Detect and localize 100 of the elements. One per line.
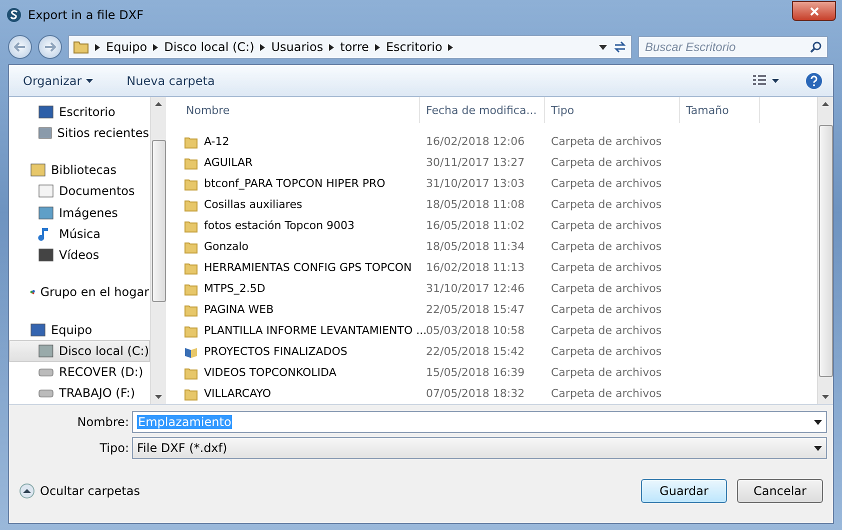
organize-menu-button[interactable]: Organizar [19, 72, 97, 90]
column-header[interactable]: Tamaño [680, 97, 760, 123]
file-row[interactable]: Gonzalo 18/05/2018 11:34 Carpeta de archivos [180, 236, 817, 257]
hide-folders-button[interactable]: Ocultar carpetas [19, 483, 631, 499]
scroll-down-arrow-icon[interactable] [155, 395, 162, 399]
breadcrumb-separator-icon [95, 44, 100, 50]
modified-date: 15/05/2018 16:39 [426, 366, 525, 379]
sidebar-item[interactable]: Sitios recientes [9, 122, 150, 144]
name-label: Nombre: [76, 415, 130, 429]
back-button[interactable] [8, 35, 32, 59]
sidebar-item[interactable]: Escritorio [9, 101, 150, 122]
file-name: AGUILAR [204, 156, 253, 169]
help-icon[interactable] [805, 72, 823, 90]
file-row[interactable]: PAGINA WEB 22/05/2018 15:47 Carpeta de archivos [180, 299, 817, 320]
file-list-scrollbar[interactable] [817, 97, 833, 404]
folder-icon [73, 39, 89, 55]
file-row[interactable]: fotos estación Topcon 9003 16/05/2018 11:02 Carpeta de archivos [180, 215, 817, 236]
sidebar-item[interactable]: Disco local (C:) [9, 340, 150, 362]
folder-icon [184, 282, 198, 296]
caret-icon [86, 78, 93, 82]
file-row[interactable]: A-12 16/02/2018 12:06 Carpeta de archivos [180, 131, 817, 152]
breadcrumb[interactable]: Equipo [106, 40, 148, 54]
file-type: Carpeta de archivos [551, 324, 662, 337]
breadcrumb[interactable]: torre [340, 40, 369, 54]
modified-date: 31/10/2017 13:03 [426, 177, 525, 190]
sidebar-group[interactable]: Grupo en el hogar [9, 282, 150, 303]
file-row[interactable]: Cosillas auxiliares 18/05/2018 11:08 Carpeta de archivos [180, 194, 817, 215]
breadcrumb-separator-icon [329, 44, 334, 50]
file-type: Carpeta de archivos [551, 387, 662, 400]
close-button[interactable] [792, 1, 836, 21]
file-row[interactable]: AGUILAR 30/11/2017 13:27 Carpeta de archivos [180, 152, 817, 173]
file-type: Carpeta de archivos [551, 282, 662, 295]
sidebar-group[interactable]: Equipo [9, 319, 150, 340]
file-type: Carpeta de archivos [551, 261, 662, 274]
folder-icon [184, 386, 198, 400]
sidebar-item[interactable]: Música [9, 223, 150, 244]
dropdown-caret-icon [814, 446, 822, 450]
breadcrumb[interactable]: Disco local (C:) [164, 40, 254, 54]
breadcrumb[interactable]: Usuarios [271, 40, 324, 54]
scroll-down-arrow-icon[interactable] [822, 395, 829, 399]
breadcrumb[interactable]: Escritorio [386, 40, 442, 54]
file-type: Carpeta de archivos [551, 303, 662, 316]
new-folder-button[interactable]: Nueva carpeta [122, 72, 219, 90]
view-options-icon[interactable] [753, 74, 779, 86]
column-header[interactable]: Fecha de modifica... [420, 97, 545, 123]
file-type: Carpeta de archivos [551, 198, 662, 211]
modified-date: 22/05/2018 15:47 [426, 303, 525, 316]
file-name: A-12 [204, 135, 230, 148]
scroll-up-arrow-icon[interactable] [822, 102, 829, 106]
file-name: MTPS_2.5D [204, 282, 266, 295]
sidebar-item[interactable]: Documentos [9, 180, 150, 202]
folder-icon [184, 324, 198, 338]
column-header[interactable]: Tipo [545, 97, 680, 123]
file-type: Carpeta de archivos [551, 366, 662, 379]
scroll-up-arrow-icon[interactable] [155, 102, 162, 106]
folder-icon [184, 366, 198, 380]
file-name: btconf_PARA TOPCON HIPER PRO [204, 177, 386, 190]
file-row[interactable]: PLANTILLA INFORME LEVANTAMIENTO ...05/03/2018 10:58 Carpeta de archivos [180, 320, 817, 341]
address-bar[interactable]: Equipo Disco local (C:) Usuarios torre Escritorio [68, 35, 632, 59]
file-type: Carpeta de archivos [551, 135, 662, 148]
dropdown-caret-icon [599, 44, 607, 50]
file-row[interactable]: btconf_PARA TOPCON HIPER PRO 31/10/2017 13:03 Carpeta de archivos [180, 173, 817, 194]
file-name: fotos estación Topcon 9003 [204, 219, 355, 232]
save-button[interactable]: Guardar [641, 479, 727, 503]
modified-date: 18/05/2018 11:08 [426, 198, 525, 211]
folder-icon [184, 156, 198, 170]
folder-icon [184, 176, 198, 190]
sidebar-group[interactable]: Bibliotecas [9, 160, 150, 181]
modified-date: 16/02/2018 11:13 [426, 261, 525, 274]
sidebar-item[interactable]: RECOVER (D:) [9, 362, 150, 383]
modified-date: 16/05/2018 11:02 [426, 219, 525, 232]
modified-date: 16/02/2018 12:06 [426, 135, 525, 148]
file-row[interactable]: VILLARCAYO 07/05/2018 18:32 Carpeta de archivos [180, 383, 817, 404]
file-row[interactable]: VIDEOS TOPCONKOLIDA 15/05/2018 16:39 Carpeta de archivos [180, 362, 817, 383]
sidebar-item[interactable]: TRABAJO (F:) [9, 382, 150, 404]
refresh-icon [613, 40, 627, 54]
file-row[interactable]: PROYECTOS FINALIZADOS 22/05/2018 15:42 Carpeta de archivos [180, 341, 817, 362]
folder-icon [184, 198, 198, 212]
file-type-dropdown[interactable]: File DXF (*.dxf) [132, 437, 827, 459]
type-label: Tipo: [98, 441, 130, 455]
file-name: PROYECTOS FINALIZADOS [204, 345, 348, 358]
sidebar-scrollbar[interactable] [150, 97, 166, 404]
folder-icon [184, 134, 198, 148]
breadcrumb-separator-icon [374, 44, 380, 50]
file-type: Carpeta de archivos [551, 345, 662, 358]
forward-button[interactable] [38, 35, 62, 59]
file-name: HERRAMIENTAS CONFIG GPS TOPCON [204, 261, 412, 274]
search-field[interactable]: Buscar Escritorio [638, 36, 828, 58]
breadcrumb-separator-icon [260, 44, 266, 50]
file-row[interactable]: MTPS_2.5D 31/10/2017 12:46 Carpeta de archivos [180, 278, 817, 299]
sidebar-item[interactable]: Vídeos [9, 244, 150, 266]
sidebar-item[interactable]: Imágenes [9, 202, 150, 224]
back-arrow-icon [14, 42, 26, 52]
file-type: Carpeta de archivos [551, 156, 662, 169]
file-row[interactable]: HERRAMIENTAS CONFIG GPS TOPCON 16/02/2018 11:13 Carpeta de archivos [180, 257, 817, 278]
cancel-button[interactable]: Cancelar [737, 479, 823, 503]
folder-icon [184, 260, 198, 274]
modified-date: 18/05/2018 11:34 [426, 240, 525, 253]
file-name: VIDEOS TOPCONKOLIDA [204, 366, 336, 379]
column-header[interactable]: Nombre [180, 97, 420, 123]
